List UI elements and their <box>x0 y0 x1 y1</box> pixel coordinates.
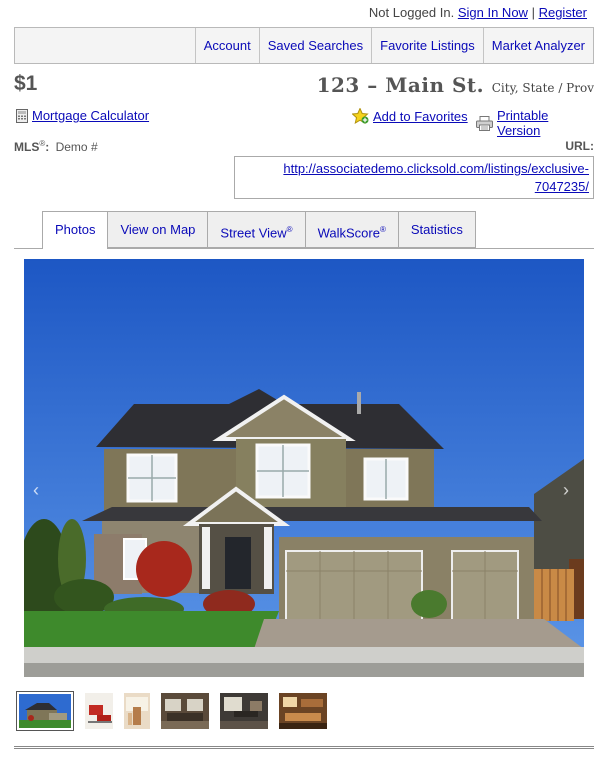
city-state: City, State / Prov <box>491 81 594 95</box>
tab-street-view-label: Street View <box>220 225 287 241</box>
listing-tabs: Photos View on Map Street View® WalkScor… <box>42 211 476 249</box>
mls-number: MLS®: Demo # <box>14 139 98 154</box>
thumbnail-kitchen[interactable] <box>279 691 327 731</box>
tools-row: Mortgage Calculator Add to Favorites Pri… <box>14 108 594 138</box>
tab-statistics-label: Statistics <box>410 222 463 237</box>
mortgage-calculator-label[interactable]: Mortgage Calculator <box>32 108 149 123</box>
nav-saved-searches[interactable]: Saved Searches <box>258 28 371 63</box>
tab-walkscore[interactable]: WalkScore® <box>305 211 399 248</box>
register-link[interactable]: Register <box>539 5 587 20</box>
mortgage-calculator-link[interactable]: Mortgage Calculator <box>16 108 149 123</box>
tab-walkscore-label: WalkScore <box>317 225 380 241</box>
nav-favorite-listings[interactable]: Favorite Listings <box>371 28 483 63</box>
thumbnail-red-sofa[interactable] <box>85 691 113 731</box>
thumbnail-dining-area[interactable] <box>220 691 268 731</box>
nav-account[interactable]: Account <box>194 28 259 63</box>
add-to-favorites-label[interactable]: Add to Favorites <box>373 109 468 124</box>
printer-icon <box>476 115 493 131</box>
tab-street-view[interactable]: Street View® <box>208 211 306 248</box>
mls-label: MLS <box>14 140 40 154</box>
nav-market-analyzer[interactable]: Market Analyzer <box>482 28 593 63</box>
tab-photos[interactable]: Photos <box>42 211 109 249</box>
sign-in-link[interactable]: Sign In Now <box>458 5 528 20</box>
bottom-divider <box>14 746 594 749</box>
listing-url-link[interactable]: http://associatedemo.clicksold.com/listi… <box>283 161 589 194</box>
mls-colon: : <box>45 140 50 154</box>
tab-view-on-map-label: View on Map <box>120 222 196 237</box>
mls-value: Demo # <box>55 140 98 154</box>
thumbnail-stairway[interactable] <box>124 691 150 731</box>
chevron-right-icon[interactable]: › <box>563 480 569 501</box>
street-address: 123 – Main St. <box>316 73 485 97</box>
tab-view-on-map[interactable]: View on Map <box>108 211 209 248</box>
chevron-left-icon[interactable]: ‹ <box>33 480 39 501</box>
printable-version-link[interactable]: Printable Version <box>476 108 594 138</box>
printable-version-label[interactable]: Printable Version <box>497 108 594 138</box>
login-status: Not Logged In. <box>368 5 455 20</box>
thumbnail-house-exterior[interactable] <box>16 691 74 731</box>
star-add-icon <box>352 108 369 124</box>
listing-url-box: http://associatedemo.clicksold.com/listi… <box>234 156 594 199</box>
listing-price: $1 <box>14 72 38 95</box>
url-label: URL: <box>565 139 594 153</box>
login-bar: Not Logged In. Sign In Now | Register <box>369 5 587 20</box>
main-listing-photo[interactable] <box>24 259 584 677</box>
tab-statistics[interactable]: Statistics <box>398 211 476 248</box>
thumbnail-strip <box>16 691 338 731</box>
tab-walkscore-reg: ® <box>379 225 386 234</box>
listing-address: 123 – Main St. City, State / Prov <box>317 73 594 97</box>
tab-photos-label: Photos <box>55 222 96 237</box>
add-to-favorites-link[interactable]: Add to Favorites <box>352 108 468 124</box>
link-separator: | <box>531 5 535 20</box>
tab-street-view-reg: ® <box>286 225 293 234</box>
thumbnail-living-room[interactable] <box>161 691 209 731</box>
main-nav: Account Saved Searches Favorite Listings… <box>14 27 594 64</box>
calculator-icon <box>16 108 28 123</box>
